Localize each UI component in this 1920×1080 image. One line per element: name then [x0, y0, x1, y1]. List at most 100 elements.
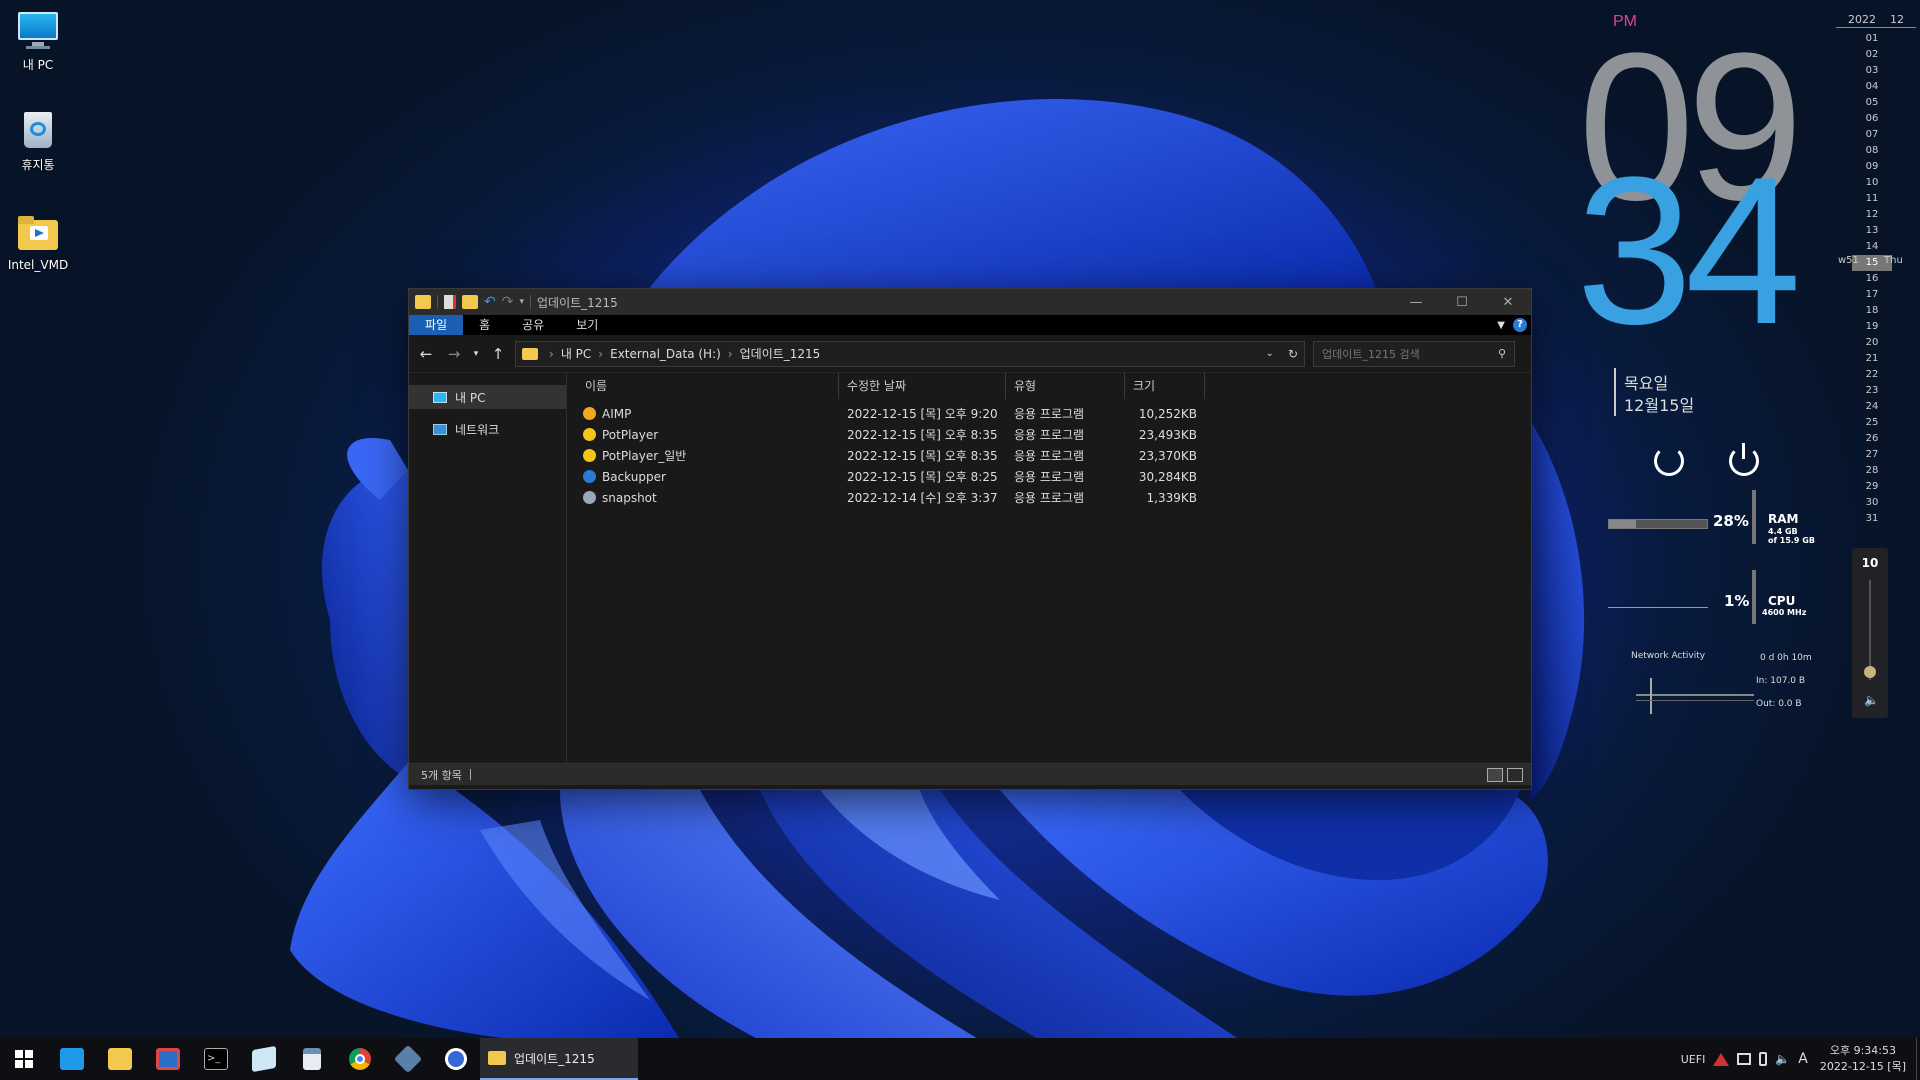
file-row[interactable]: AIMP 2022-12-15 [목] 오후 9:20 응용 프로그램 10,252K… [567, 403, 1531, 424]
window-title: 업데이트_1215 [537, 295, 618, 310]
tab-share[interactable]: 공유 [506, 315, 560, 335]
ram-label: RAM [1768, 512, 1799, 526]
large-icons-view-button[interactable] [1507, 767, 1523, 782]
calendar-days: 01 02 03 04 05 06 07 08 09 10 11 12 13 14 15 16 17 18 19 20… [1852, 31, 1892, 527]
file-name: PotPlayer [602, 427, 659, 442]
nav-item-my-pc[interactable]: 내 PC [409, 385, 566, 409]
potplayer-icon [583, 428, 596, 441]
file-row[interactable]: PotPlayer_일반 2022-12-15 [목] 오후 8:35 응용 프로그… [567, 445, 1531, 466]
ram-divider [1752, 490, 1756, 544]
file-type: 응용 프로그램 [1014, 470, 1085, 484]
cpu-divider [1752, 570, 1756, 624]
details-view-button[interactable] [1487, 767, 1503, 782]
calendar-day: 21 [1865, 353, 1879, 364]
taskbar-save[interactable] [144, 1038, 192, 1080]
breadcrumb-item[interactable]: External_Data (H:) [610, 347, 721, 361]
breadcrumb-item[interactable]: 내 PC [561, 345, 591, 362]
calendar-day: 28 [1865, 465, 1879, 476]
file-row[interactable]: snapshot 2022-12-14 [수] 오후 3:37 응용 프로그램 1,3… [567, 487, 1531, 508]
tab-file[interactable]: 파일 [409, 315, 464, 335]
speaker-icon[interactable]: 🔈 [1864, 694, 1879, 706]
maximize-button[interactable]: ☐ [1439, 289, 1485, 315]
address-dropdown-icon[interactable]: ⌄ [1266, 348, 1274, 359]
desktop-icon-recycle-bin[interactable]: 휴지통 [0, 108, 76, 173]
minimize-button[interactable]: — [1393, 289, 1439, 315]
net-out: Out: 0.0 B [1756, 699, 1802, 709]
column-type[interactable]: 유형 [1006, 373, 1125, 399]
file-date: 2022-12-15 [목] 오후 8:35 [847, 428, 998, 442]
taskbar-calculator[interactable] [288, 1038, 336, 1080]
redo-icon[interactable]: ↷ [502, 294, 514, 310]
forward-button[interactable]: → [443, 345, 465, 363]
show-desktop-button[interactable] [1916, 1038, 1920, 1080]
tab-home[interactable]: 홈 [463, 315, 506, 335]
power-button[interactable] [1729, 443, 1759, 476]
recent-dropdown-icon[interactable]: ▾ [465, 349, 487, 359]
tab-view[interactable]: 보기 [560, 315, 614, 335]
refresh-icon[interactable]: ↻ [1288, 347, 1298, 361]
column-size[interactable]: 크기 [1125, 373, 1205, 399]
calendar-day: 20 [1865, 337, 1879, 348]
desktop-icon-intel-vmd[interactable]: Intel_VMD [0, 210, 76, 272]
potplayer-icon [583, 449, 596, 462]
net-in: In: 107.0 B [1756, 676, 1806, 686]
search-box[interactable]: 업데이트_1215 검색 ⚲ [1313, 340, 1515, 367]
snapshot-icon [583, 491, 596, 504]
status-bar: 5개 항목 [409, 763, 1531, 785]
new-folder-icon[interactable] [462, 295, 478, 309]
app-tray-icon[interactable] [1713, 1052, 1730, 1066]
taskbar-tool[interactable] [384, 1038, 432, 1080]
tray-date: 2022-12-15 [목] [1819, 1060, 1906, 1073]
network-icon [433, 423, 447, 435]
file-row[interactable]: PotPlayer 2022-12-15 [목] 오후 8:35 응용 프로그램 23… [567, 424, 1531, 445]
ime-indicator[interactable]: A [1798, 1051, 1808, 1067]
help-icon[interactable]: ? [1513, 318, 1527, 332]
up-button[interactable]: ↑ [487, 345, 509, 363]
back-button[interactable]: ← [415, 345, 437, 363]
file-type: 응용 프로그램 [1014, 491, 1085, 505]
file-row[interactable]: Backupper 2022-12-15 [목] 오후 8:25 응용 프로그램 30… [567, 466, 1531, 487]
properties-icon[interactable] [444, 295, 456, 309]
cpu-percent: 1% [1724, 592, 1750, 610]
ram-bar [1608, 519, 1708, 529]
nav-item-network[interactable]: 네트워크 [409, 417, 566, 441]
clock-divider [1614, 368, 1616, 416]
address-bar[interactable]: › 내 PC › External_Data (H:) › 업데이트_1215 … [515, 340, 1305, 367]
calendar-day: 23 [1865, 385, 1879, 396]
volume-slider[interactable] [1869, 580, 1871, 680]
taskbar-notepad[interactable] [240, 1038, 288, 1080]
speaker-icon[interactable]: 🔈 [1775, 1052, 1790, 1066]
column-date[interactable]: 수정한 날짜 [839, 373, 1006, 399]
power-icon [1742, 443, 1745, 459]
ribbon-expand-icon[interactable]: ▼ [1497, 320, 1505, 331]
taskbar-desktop[interactable] [48, 1038, 96, 1080]
breadcrumb-item[interactable]: 업데이트_1215 [740, 345, 821, 362]
search-icon[interactable]: ⚲ [1498, 347, 1506, 360]
taskbar-terminal[interactable]: >_ [192, 1038, 240, 1080]
desktop-icon-my-pc[interactable]: 내 PC [0, 8, 76, 73]
usb-icon[interactable] [1759, 1052, 1768, 1066]
taskbar-chrome[interactable] [336, 1038, 384, 1080]
tray-clock[interactable]: 오후 9:34:53 2022-12-15 [목] [1820, 1043, 1906, 1075]
cpu-freq: 4600 MHz [1762, 608, 1807, 617]
close-button[interactable]: ✕ [1485, 289, 1531, 315]
calendar-day: 10 [1865, 177, 1879, 188]
file-type: 응용 프로그램 [1014, 449, 1085, 463]
cpu-label: CPU [1768, 594, 1796, 608]
undo-icon[interactable]: ↶ [484, 294, 496, 310]
start-button[interactable] [0, 1038, 48, 1080]
qat-dropdown-icon[interactable]: ▾ [519, 297, 524, 307]
taskbar-window-explorer[interactable]: 업데이트_1215 [480, 1038, 638, 1080]
taskbar-app[interactable] [432, 1038, 480, 1080]
volume-slider-knob[interactable] [1864, 666, 1876, 678]
taskbar-explorer[interactable] [96, 1038, 144, 1080]
file-size: 23,493KB [1138, 427, 1197, 442]
column-name[interactable]: 이름 [577, 373, 839, 399]
calendar-day: 26 [1865, 433, 1879, 444]
calendar-day: 01 [1865, 33, 1879, 44]
network-icon[interactable] [1737, 1053, 1752, 1065]
restart-button[interactable] [1654, 446, 1684, 476]
file-size: 23,370KB [1138, 448, 1197, 463]
calendar-day: 27 [1865, 449, 1879, 460]
backupper-icon [583, 470, 596, 483]
